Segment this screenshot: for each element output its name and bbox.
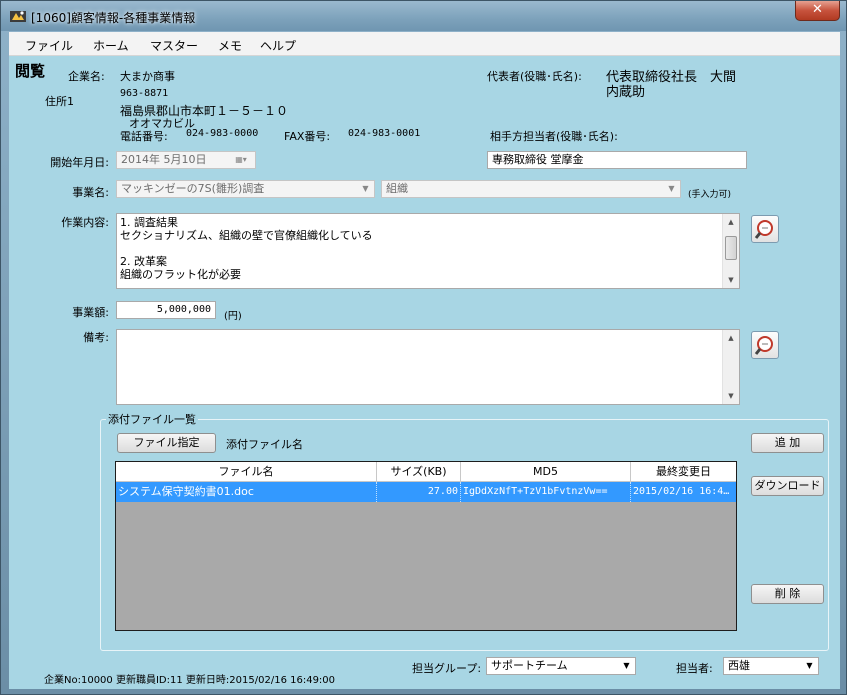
calendar-dropdown-icon[interactable]: ▦▾: [228, 153, 254, 167]
cell-size: 27.00: [377, 482, 461, 502]
work-line: 1. 調査結果: [120, 216, 178, 229]
add-button[interactable]: 追 加: [751, 433, 824, 453]
work-label: 作業内容:: [61, 216, 109, 229]
fax-number: 024-983-0001: [348, 128, 421, 139]
attachments-group-title: 添付ファイル一覧: [106, 411, 198, 427]
scroll-down-icon[interactable]: ▼: [723, 272, 739, 288]
attachment-filename-label: 添付ファイル名: [226, 438, 303, 451]
attachment-grid[interactable]: ファイル名 サイズ(KB) MD5 最終変更日 システム保守契約書01.doc …: [115, 461, 737, 631]
download-button[interactable]: ダウンロード: [751, 476, 824, 496]
work-content-textarea[interactable]: 1. 調査結果 セクショナリズム、組織の壁で官僚組織化している 2. 改革案 組…: [116, 213, 740, 289]
notes-textarea[interactable]: ▲ ▼: [116, 329, 740, 405]
table-row[interactable]: システム保守契約書01.doc 27.00 IgDdXzNfT+TzV1bFvt…: [116, 482, 736, 502]
work-zoom-button[interactable]: [751, 215, 779, 243]
counterpart-label: 相手方担当者(役職･氏名):: [490, 130, 618, 143]
amount-value: 5,000,000: [156, 304, 211, 315]
representative-line2: 内蔵助: [606, 85, 646, 100]
group-select[interactable]: サポートチーム ▼: [486, 657, 636, 675]
close-icon: ✕: [812, 2, 823, 17]
counterpart-field[interactable]: 専務取締役 堂摩金: [487, 151, 747, 169]
notes-label: 備考:: [83, 331, 109, 344]
title-bar[interactable]: [1060]顧客情報-各種事業情報 ✕: [1, 1, 846, 31]
amount-label: 事業額:: [72, 306, 109, 319]
work-line: セクショナリズム、組織の壁で官僚組織化している: [120, 229, 373, 242]
representative-label: 代表者(役職･氏名):: [487, 70, 582, 83]
phone-label: 電話番号:: [120, 130, 168, 143]
menu-master[interactable]: マスター: [150, 37, 198, 54]
updated-at: 2015/02/16 16:49:00: [229, 675, 336, 686]
menu-help[interactable]: ヘルプ: [260, 37, 296, 54]
updater-id: 11: [170, 675, 183, 686]
group-value: サポートチーム: [491, 659, 568, 672]
magnifier-icon: [754, 336, 773, 355]
company-no-label: 企業No:: [44, 675, 81, 686]
delete-button[interactable]: 削 除: [751, 584, 824, 604]
work-scrollbar[interactable]: ▲ ▼: [722, 214, 739, 288]
group-label: 担当グループ:: [412, 662, 482, 675]
business-category-value: 組織: [386, 182, 408, 195]
cell-md5: IgDdXzNfT+TzV1bFvtnzVw==: [461, 482, 631, 502]
menu-bar: ファイル ホーム マスター メモ ヘルプ: [9, 32, 840, 56]
address-label: 住所1: [45, 95, 74, 108]
column-header-md5[interactable]: MD5: [461, 462, 631, 482]
phone-number: 024-983-0000: [186, 128, 259, 139]
company-label: 企業名:: [68, 70, 105, 83]
company-name: 大まか商事: [120, 70, 175, 83]
work-line: 組織のフラット化が必要: [120, 268, 241, 281]
chevron-down-icon: ▼: [668, 184, 675, 193]
chevron-down-icon: ▼: [362, 184, 369, 193]
staff-value: 西雄: [728, 659, 750, 672]
work-line: [120, 242, 373, 255]
amount-field[interactable]: 5,000,000: [116, 301, 216, 319]
business-category-select[interactable]: 組織 ▼: [381, 180, 681, 198]
grid-header: ファイル名 サイズ(KB) MD5 最終変更日: [116, 462, 736, 482]
business-name-select[interactable]: マッキンゼーの7S(雛形)調査 ▼: [116, 180, 375, 198]
chevron-down-icon: ▼: [623, 661, 630, 670]
fax-label: FAX番号:: [284, 130, 331, 143]
updater-label: 更新職員ID:: [115, 675, 170, 686]
mode-title: 閲覧: [15, 62, 46, 80]
footer-meta: 企業No:10000 更新職員ID:11 更新日時:2015/02/16 16:…: [44, 671, 335, 686]
updated-label: 更新日時:: [185, 675, 230, 686]
counterpart-value: 専務取締役 堂摩金: [492, 153, 584, 166]
start-date-value: 2014年 5月10日: [121, 153, 207, 166]
work-line: 2. 改革案: [120, 255, 167, 268]
staff-select[interactable]: 西雄 ▼: [723, 657, 819, 675]
scroll-down-icon[interactable]: ▼: [723, 388, 739, 404]
scroll-up-icon[interactable]: ▲: [723, 330, 739, 346]
file-specify-button[interactable]: ファイル指定: [117, 433, 216, 453]
app-window: [1060]顧客情報-各種事業情報 ✕ ファイル ホーム マスター メモ ヘルプ…: [0, 0, 847, 695]
menu-home[interactable]: ホーム: [93, 37, 129, 54]
amount-unit: (円): [224, 311, 242, 322]
magnifier-icon: [754, 220, 773, 239]
work-content-text: 1. 調査結果 セクショナリズム、組織の壁で官僚組織化している 2. 改革案 組…: [120, 216, 373, 281]
window-title: [1060]顧客情報-各種事業情報: [31, 11, 196, 25]
start-date-picker[interactable]: 2014年 5月10日 ▦▾: [116, 151, 256, 169]
business-name-value: マッキンゼーの7S(雛形)調査: [121, 182, 265, 195]
business-label: 事業名:: [72, 186, 109, 199]
cell-modified: 2015/02/16 16:4…: [633, 486, 730, 497]
app-icon: [10, 11, 26, 22]
chevron-down-icon: ▼: [806, 661, 813, 670]
cell-filename: システム保守契約書01.doc: [116, 482, 377, 502]
postal-code: 963-8871: [120, 88, 169, 99]
column-header-size[interactable]: サイズ(KB): [377, 462, 461, 482]
column-header-filename[interactable]: ファイル名: [116, 462, 377, 482]
menu-file[interactable]: ファイル: [25, 37, 73, 54]
manual-entry-note: (手入力可): [688, 190, 732, 200]
company-no: 10000: [80, 675, 113, 686]
close-button[interactable]: ✕: [795, 1, 840, 21]
scroll-thumb[interactable]: [725, 236, 737, 260]
start-date-label: 開始年月日:: [50, 156, 109, 169]
scroll-up-icon[interactable]: ▲: [723, 214, 739, 230]
notes-scrollbar[interactable]: ▲ ▼: [722, 330, 739, 404]
main-content: 閲覧 企業名: 大まか商事 代表者(役職･氏名): 代表取締役社長 大間 内蔵助…: [9, 56, 840, 689]
column-header-modified[interactable]: 最終変更日: [631, 462, 736, 482]
notes-zoom-button[interactable]: [751, 331, 779, 359]
menu-memo[interactable]: メモ: [218, 37, 242, 54]
staff-label: 担当者:: [676, 662, 713, 675]
